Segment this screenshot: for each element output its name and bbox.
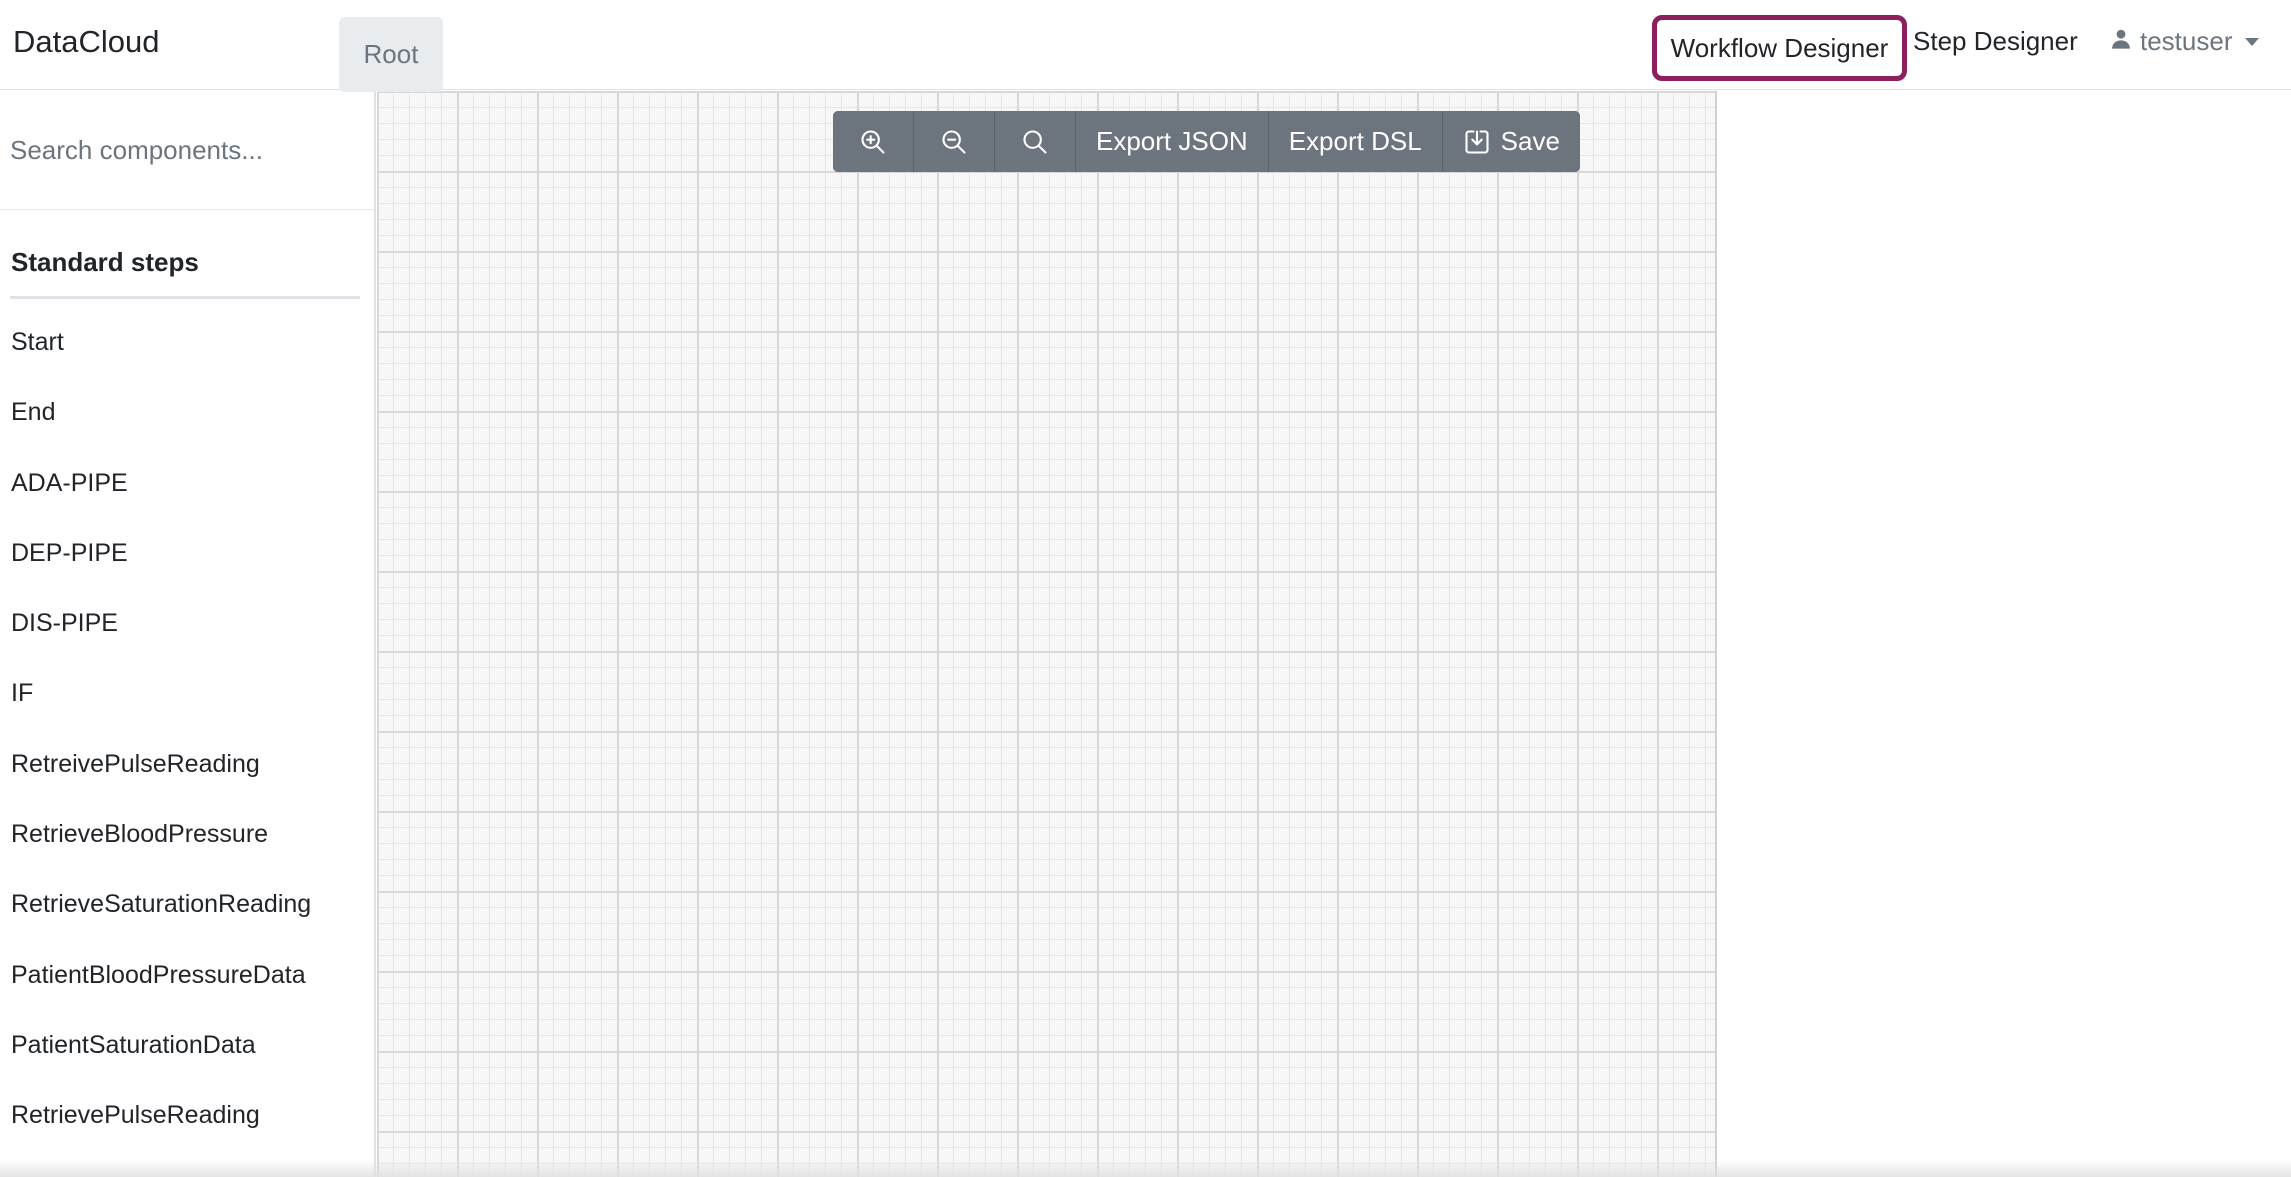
- brand-logo[interactable]: DataCloud: [13, 24, 159, 60]
- section-divider: [10, 296, 360, 299]
- nav-workflow-designer[interactable]: Workflow Designer: [1652, 15, 1907, 81]
- zoom-out-button[interactable]: [914, 111, 995, 172]
- search-row: [0, 91, 374, 210]
- zoom-in-button[interactable]: [833, 111, 914, 172]
- user-menu[interactable]: testuser: [2110, 26, 2259, 57]
- section-title: Standard steps: [11, 247, 199, 277]
- list-item[interactable]: PatientSaturationData: [0, 1020, 374, 1090]
- zoom-out-icon: [940, 128, 968, 156]
- step-list: Start End ADA-PIPE DEP-PIPE DIS-PIPE IF …: [0, 317, 374, 1161]
- list-item[interactable]: RetreivePulseReading: [0, 739, 374, 809]
- user-name: testuser: [2140, 26, 2233, 56]
- list-item[interactable]: End: [0, 387, 374, 457]
- list-item[interactable]: RetrieveBloodPressure: [0, 809, 374, 879]
- canvas-toolbar: Export JSON Export DSL Save: [833, 111, 1580, 172]
- list-item[interactable]: ADA-PIPE: [0, 458, 374, 528]
- bottom-shadow: [0, 1160, 2291, 1177]
- zoom-in-icon: [859, 128, 887, 156]
- save-icon: [1463, 128, 1491, 156]
- nav-workflow-designer-label: Workflow Designer: [1670, 32, 1889, 63]
- list-item[interactable]: PatientBloodPressureData: [0, 950, 374, 1020]
- list-item[interactable]: DEP-PIPE: [0, 528, 374, 598]
- list-item[interactable]: DIS-PIPE: [0, 598, 374, 668]
- export-json-button[interactable]: Export JSON: [1076, 111, 1269, 172]
- export-dsl-button[interactable]: Export DSL: [1268, 111, 1443, 172]
- component-sidebar: Standard steps Start End ADA-PIPE DEP-PI…: [0, 91, 376, 1177]
- user-icon: [2110, 26, 2132, 57]
- root-button[interactable]: Root: [339, 17, 443, 92]
- save-button[interactable]: Save: [1442, 111, 1580, 172]
- search-input[interactable]: [10, 127, 330, 173]
- chevron-down-icon: [2244, 37, 2259, 46]
- list-item[interactable]: RetrieveSaturationReading: [0, 879, 374, 949]
- nav-step-designer[interactable]: Step Designer: [1913, 26, 2078, 57]
- search-icon: [1021, 128, 1049, 156]
- save-label: Save: [1500, 126, 1560, 156]
- workflow-canvas[interactable]: [377, 91, 1717, 1177]
- list-item[interactable]: Start: [0, 317, 374, 387]
- list-item[interactable]: RetrievePulseReading: [0, 1090, 374, 1160]
- zoom-reset-button[interactable]: [995, 111, 1076, 172]
- list-item[interactable]: IF: [0, 668, 374, 738]
